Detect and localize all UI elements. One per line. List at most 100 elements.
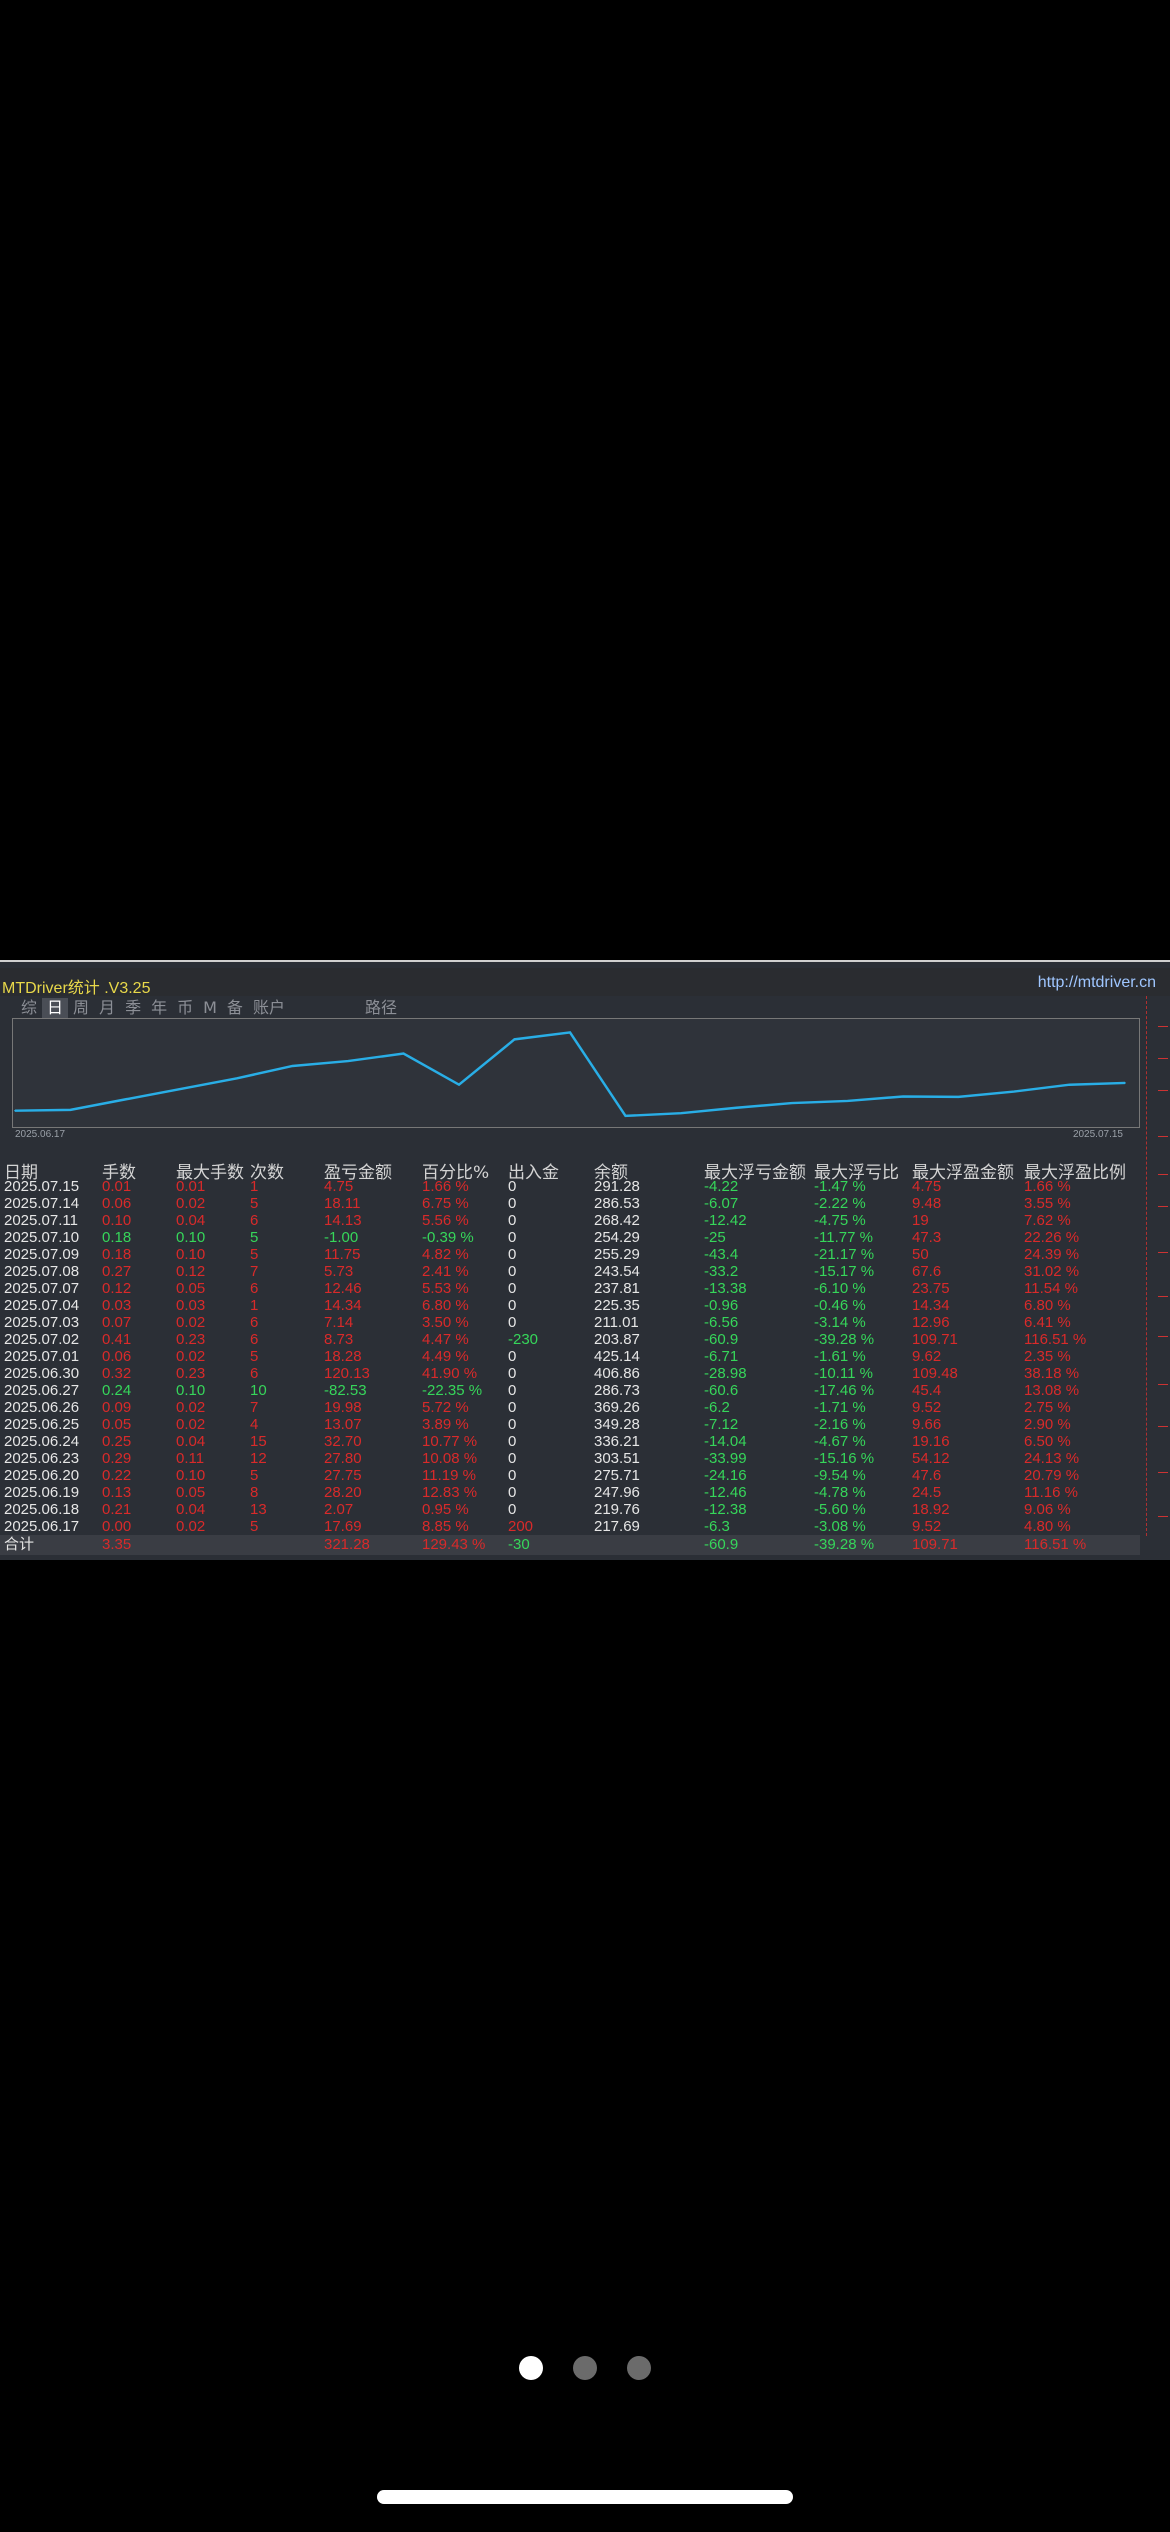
table-cell: 6 [250, 1212, 259, 1229]
table-cell: 12 [250, 1450, 267, 1467]
table-cell: 18.28 [324, 1348, 362, 1365]
tab-1[interactable]: 日 [42, 998, 69, 1018]
table-cell: 0 [508, 1212, 517, 1229]
panel-header: MTDriver统计 .V3.25 http://mtdriver.cn [0, 968, 1170, 997]
table-cell: -6.56 [704, 1314, 739, 1331]
table-cell: -14.04 [704, 1433, 747, 1450]
table-cell: 18.11 [324, 1195, 361, 1212]
balance-line [14, 1031, 1126, 1118]
table-cell: 50 [912, 1246, 929, 1263]
table-cell: 15 [250, 1433, 267, 1450]
balance-point-6 [347, 1060, 349, 1062]
balance-chart: 2025.06.17 2025.07.15 [12, 1018, 1140, 1140]
table-cell: 0.10 [102, 1212, 132, 1229]
table-cell: 0.07 [102, 1314, 132, 1331]
page-dot-2[interactable] [627, 2356, 651, 2380]
table-cell: 200 [508, 1518, 534, 1535]
table-cell: 0.12 [102, 1280, 132, 1297]
table-cell: -39.28 % [814, 1536, 875, 1553]
table-cell: 0.22 [102, 1467, 132, 1484]
table-cell: -10.11 % [814, 1365, 873, 1382]
mt-stats-panel: MTDriver统计 .V3.25 http://mtdriver.cn 综日周… [0, 960, 1170, 1560]
table-cell: -6.3 [704, 1518, 730, 1535]
tab-2[interactable]: 周 [68, 998, 94, 1018]
table-cell: -5.60 % [814, 1501, 866, 1518]
table-cell: 0.06 [102, 1348, 132, 1365]
table-cell: 109.48 [912, 1365, 958, 1382]
table-cell: 6.80 % [1024, 1297, 1071, 1314]
table-cell: 0.11 [176, 1450, 205, 1467]
table-cell: 2025.06.17 [4, 1518, 80, 1535]
table-cell: 2025.07.10 [4, 1229, 80, 1246]
table-cell: 5.53 % [422, 1280, 469, 1297]
table-cell: 5 [250, 1229, 259, 1246]
table-cell: 3.55 % [1024, 1195, 1071, 1212]
table-cell: 7 [250, 1263, 259, 1280]
table-cell: 合计 [4, 1536, 35, 1553]
table-cell: -15.17 % [814, 1263, 875, 1280]
table-cell: -17.46 % [814, 1382, 875, 1399]
table-cell: 1 [250, 1297, 259, 1314]
table-cell: 336.21 [594, 1433, 640, 1450]
table-cell: 2.90 % [1024, 1416, 1071, 1433]
table-row: 2025.07.10 0.18 0.10 5 -1.00 -0.39 % 0 254.29 -2… [0, 1229, 1140, 1246]
table-cell: 120.13 [324, 1365, 370, 1382]
balance-point-10 [569, 1031, 571, 1034]
table-cell: 0.05 [176, 1280, 206, 1297]
table-cell: 1 [250, 1178, 259, 1195]
tab-8[interactable]: 备 [222, 998, 248, 1018]
table-cell: -33.99 [704, 1450, 747, 1467]
table-cell: 0 [508, 1365, 517, 1382]
table-cell: 2025.06.25 [4, 1416, 80, 1433]
table-cell: 255.29 [594, 1246, 640, 1263]
app-url-link[interactable]: http://mtdriver.cn [1038, 974, 1156, 992]
table-cell: 14.34 [912, 1297, 950, 1314]
table-cell: 0 [508, 1467, 517, 1484]
table-cell: 4.47 % [422, 1331, 469, 1348]
tab-9[interactable]: 账户 [248, 998, 290, 1018]
app-title: MTDriver统计 .V3.25 [2, 980, 151, 997]
page-dot-1[interactable] [573, 2356, 597, 2380]
table-cell: -12.42 [704, 1212, 747, 1229]
table-cell: -1.00 [324, 1229, 359, 1246]
table-cell: 6 [250, 1331, 259, 1348]
table-cell: 2025.07.02 [4, 1331, 80, 1348]
table-cell: 12.96 [912, 1314, 950, 1331]
tab-5[interactable]: 年 [146, 998, 172, 1018]
table-cell: 19.16 [912, 1433, 950, 1450]
total-row: 合计 3.35 321.28 129.43 % -30 -60.9 -39.28 % 109.… [0, 1535, 1140, 1555]
table-cell: -4.75 % [814, 1212, 866, 1229]
table-cell: 2025.07.15 [4, 1178, 80, 1195]
table-cell: 0 [508, 1501, 517, 1518]
table-cell: 286.73 [594, 1382, 640, 1399]
table-cell: 2025.07.09 [4, 1246, 80, 1263]
table-cell: 9.06 % [1024, 1501, 1071, 1518]
table-cell: 22.26 % [1024, 1229, 1080, 1246]
table-cell: 8.73 [324, 1331, 354, 1348]
table-cell: -43.4 [704, 1246, 739, 1263]
table-row: 2025.06.25 0.05 0.02 4 13.07 3.89 % 0 349.28 -7.… [0, 1416, 1140, 1433]
table-cell: 13 [250, 1501, 267, 1518]
table-cell: 0 [508, 1195, 517, 1212]
tab-6[interactable]: 币 [172, 998, 198, 1018]
table-cell: 2025.06.19 [4, 1484, 80, 1501]
table-cell: 0.00 [102, 1518, 132, 1535]
balance-point-18 [1013, 1090, 1015, 1093]
table-cell: 4.75 [912, 1178, 942, 1195]
tab-0[interactable]: 综 [16, 998, 42, 1018]
page-dot-0[interactable] [519, 2356, 543, 2380]
table-cell: -12.38 [704, 1501, 747, 1518]
balance-point-11 [624, 1115, 627, 1117]
table-cell: 0.95 % [422, 1501, 469, 1518]
table-cell: -30 [508, 1536, 530, 1553]
balance-point-16 [902, 1095, 904, 1098]
tab-10[interactable]: 路径 [360, 998, 402, 1018]
balance-point-7 [402, 1052, 405, 1055]
tab-3[interactable]: 月 [94, 998, 120, 1018]
home-indicator[interactable] [377, 2490, 793, 2504]
table-cell: 5 [250, 1467, 259, 1484]
tab-4[interactable]: 季 [120, 998, 146, 1018]
tab-7[interactable]: M [198, 998, 222, 1018]
table-cell: 349.28 [594, 1416, 640, 1433]
table-cell: 217.69 [594, 1518, 640, 1535]
